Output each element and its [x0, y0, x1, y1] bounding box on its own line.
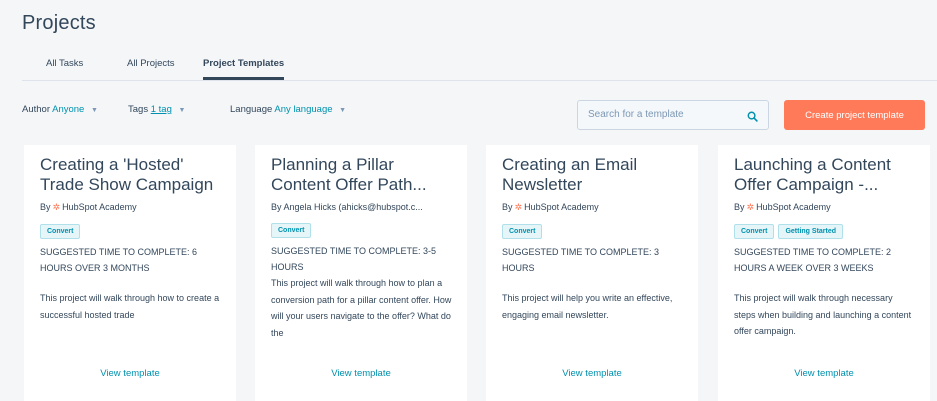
- language-filter-value: Any language: [274, 104, 333, 115]
- tab-project-templates[interactable]: Project Templates: [203, 58, 285, 80]
- language-filter-label: Language: [230, 104, 273, 115]
- tab-all-projects[interactable]: All Projects: [127, 58, 175, 77]
- author-prefix: By: [502, 202, 513, 212]
- tag-list: Convert Getting Started: [734, 220, 916, 239]
- template-title: Creating an Email Newsletter: [502, 155, 638, 194]
- template-author: By Angela Hicks (ahicks@hubspot.c...: [271, 202, 453, 212]
- hubspot-logo-icon: ✲: [746, 202, 755, 212]
- tag-badge: Convert: [734, 224, 775, 239]
- tags-filter-value: 1 tag: [150, 104, 172, 115]
- tags-filter[interactable]: Tags 1 tag ▼: [128, 104, 185, 115]
- template-description: This project will walk through how to pl…: [271, 278, 452, 338]
- suggested-time: SUGGESTED TIME TO COMPLETE: 6 HOURS OVER…: [40, 247, 198, 273]
- tag-badge: Convert: [40, 224, 81, 239]
- template-author: By ✲ HubSpot Academy: [734, 202, 916, 213]
- tags-filter-label: Tags: [128, 104, 149, 115]
- tab-bar: All Tasks All Projects Project Templates: [22, 50, 937, 81]
- template-author: By ✲ HubSpot Academy: [40, 202, 222, 213]
- template-card: Creating an Email Newsletter By ✲ HubSpot A…: [486, 145, 698, 401]
- template-card: Planning a Pillar Content Offer Path... B…: [255, 145, 467, 401]
- author-prefix: By: [734, 202, 745, 212]
- template-search: [577, 100, 769, 130]
- template-card: Launching a Content Offer Campaign -... B…: [718, 145, 930, 401]
- template-author: By ✲ HubSpot Academy: [502, 202, 684, 213]
- tag-list: Convert: [40, 220, 222, 239]
- view-template-link[interactable]: View template: [486, 368, 698, 379]
- template-description: This project will walk through necessary…: [734, 293, 912, 336]
- template-card: Creating a 'Hosted' Trade Show Campaign B…: [24, 145, 236, 401]
- tag-list: Convert: [502, 220, 684, 239]
- create-project-template-button[interactable]: Create project template: [784, 100, 925, 130]
- template-title: Creating a 'Hosted' Trade Show Campaign: [40, 155, 214, 194]
- language-filter[interactable]: Language Any language ▼: [230, 104, 346, 115]
- author-filter-label: Author: [22, 104, 50, 115]
- chevron-down-icon: ▼: [178, 107, 186, 114]
- suggested-time: SUGGESTED TIME TO COMPLETE: 3 HOURS: [502, 247, 660, 273]
- tab-all-tasks[interactable]: All Tasks: [46, 58, 83, 77]
- hubspot-logo-icon: ✲: [514, 202, 523, 212]
- author-name: HubSpot Academy: [524, 202, 599, 212]
- template-title: Launching a Content Offer Campaign -...: [734, 155, 891, 194]
- view-template-link[interactable]: View template: [718, 368, 930, 379]
- suggested-time: SUGGESTED TIME TO COMPLETE: 3-5 HOURS: [271, 246, 437, 272]
- chevron-down-icon: ▼: [339, 107, 347, 114]
- author-name: HubSpot Academy: [756, 202, 831, 212]
- tag-badge: Convert: [271, 223, 312, 238]
- view-template-link[interactable]: View template: [24, 368, 236, 379]
- tag-list: Convert: [271, 219, 453, 238]
- search-icon[interactable]: [747, 109, 758, 127]
- template-description: This project will help you write an effe…: [502, 293, 673, 320]
- author-filter-value: Anyone: [52, 104, 85, 115]
- page-title: Projects: [22, 12, 96, 34]
- author-name: Angela Hicks (ahicks@hubspot.c...: [283, 202, 423, 212]
- hubspot-logo-icon: ✲: [52, 202, 61, 212]
- chevron-down-icon: ▼: [91, 107, 98, 114]
- tag-badge: Convert: [502, 224, 543, 239]
- author-filter[interactable]: Author Anyone ▼: [22, 104, 98, 115]
- author-prefix: By: [40, 202, 51, 212]
- template-title: Planning a Pillar Content Offer Path...: [271, 155, 427, 194]
- author-name: HubSpot Academy: [62, 202, 137, 212]
- tag-badge: Getting Started: [778, 224, 844, 239]
- suggested-time: SUGGESTED TIME TO COMPLETE: 2 HOURS A WE…: [734, 247, 892, 273]
- author-prefix: By: [271, 202, 282, 212]
- template-description: This project will walk through how to cr…: [40, 293, 220, 320]
- view-template-link[interactable]: View template: [255, 368, 467, 379]
- search-input[interactable]: [586, 108, 740, 121]
